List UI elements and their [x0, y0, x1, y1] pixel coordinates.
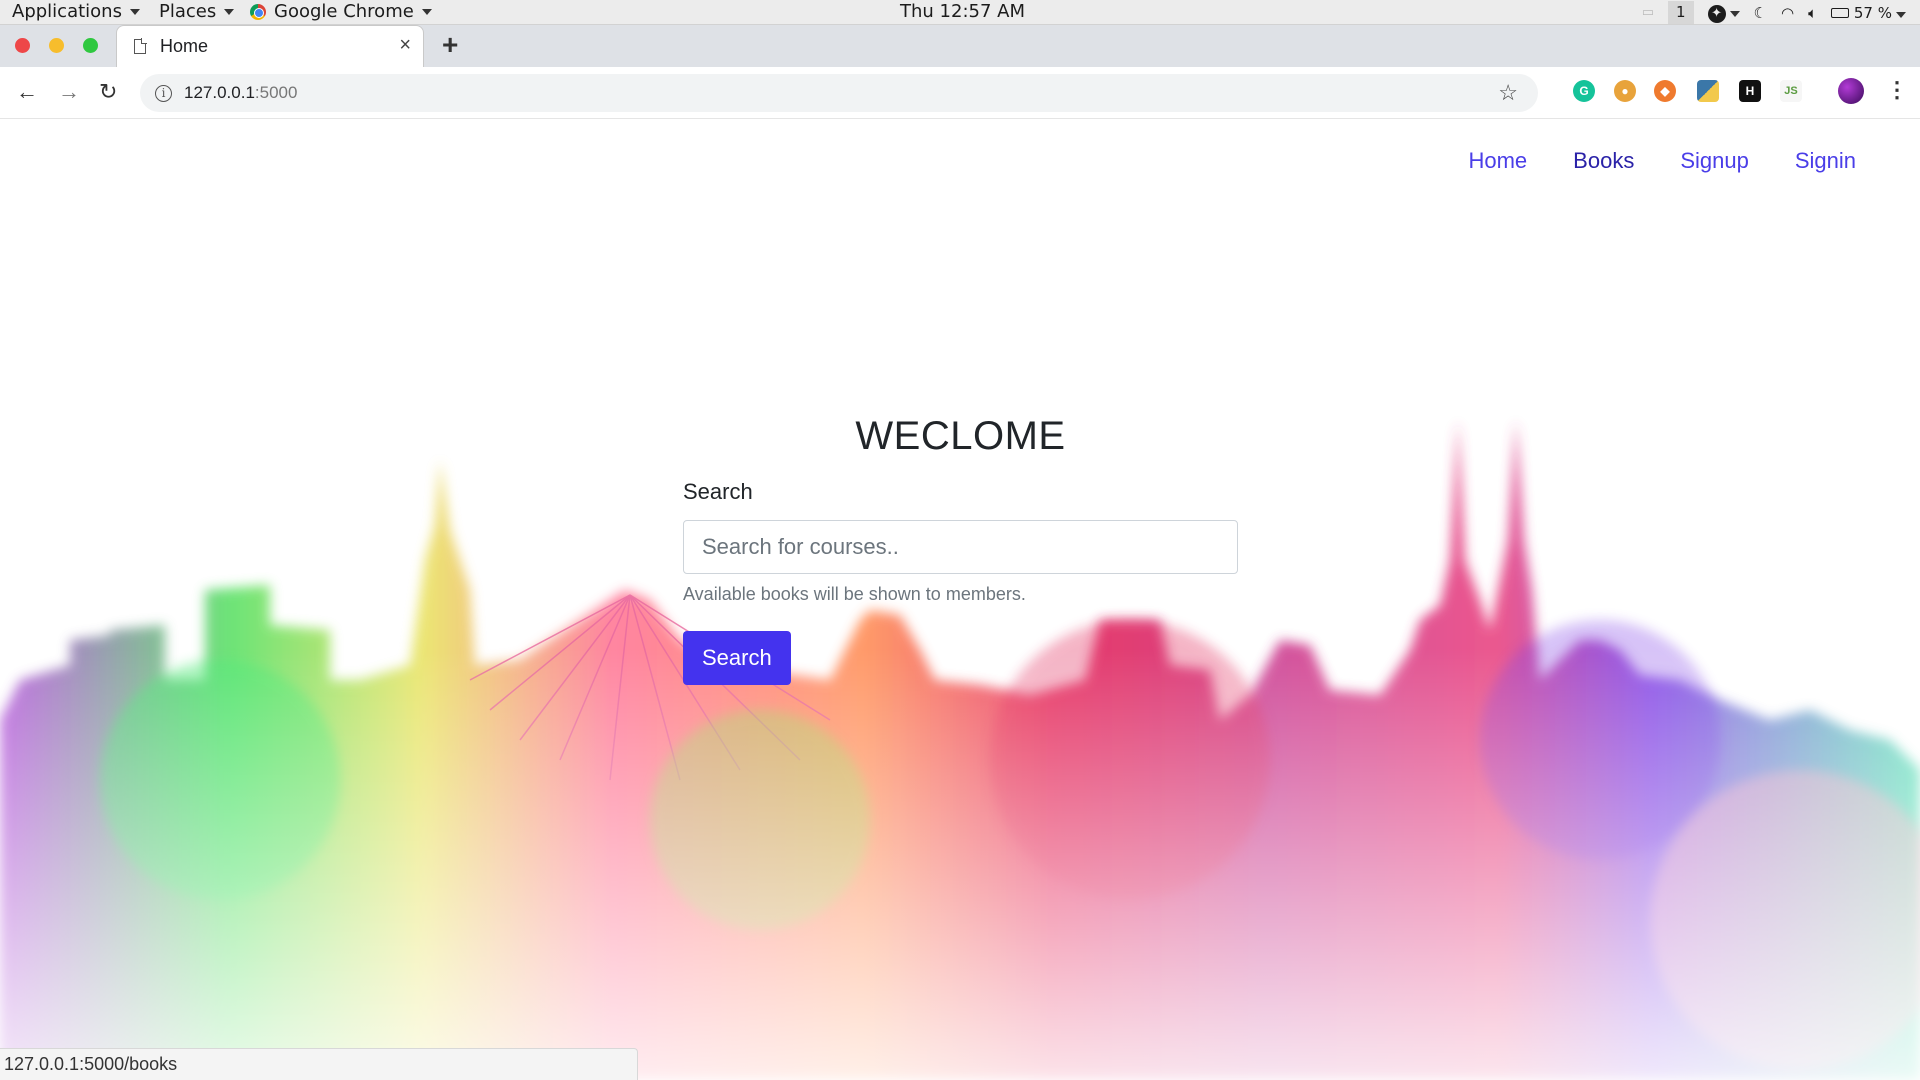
search-form: WECLOME Search Available books will be s… — [683, 414, 1238, 685]
applications-menu[interactable]: Applications — [12, 1, 140, 22]
system-tray: ▭ 1 ✦ ☾ ◠ 🔈︎ 57 % — [1642, 0, 1906, 25]
nav-link-books[interactable]: Books — [1573, 148, 1634, 174]
site-info-icon[interactable]: i — [155, 85, 172, 102]
address-bar[interactable]: i 127.0.0.1:5000 ☆ — [140, 74, 1538, 112]
js-icon[interactable]: JS — [1780, 80, 1802, 102]
night-light-icon: ☾ — [1753, 3, 1767, 22]
workspace-indicator[interactable]: 1 — [1668, 1, 1694, 24]
battery-percent: 57 % — [1853, 3, 1892, 22]
python-icon[interactable] — [1697, 80, 1719, 102]
chrome-menu-icon[interactable]: ⋮ — [1886, 77, 1908, 103]
reload-button[interactable]: ↻ — [99, 79, 117, 105]
search-button[interactable]: Search — [683, 631, 791, 685]
search-input[interactable] — [683, 520, 1238, 574]
grammarly-icon[interactable]: G — [1573, 80, 1595, 102]
url-port: :5000 — [254, 83, 298, 102]
battery-icon — [1831, 8, 1850, 18]
close-tab-icon[interactable]: × — [399, 34, 411, 57]
accessibility-icon: ✦ — [1707, 4, 1726, 23]
profile-avatar[interactable] — [1838, 78, 1864, 104]
link-status-bar: 127.0.0.1:5000/books — [0, 1048, 638, 1080]
page-viewport: Home Books Signup Signin WECLOME Search … — [0, 120, 1920, 1080]
maximize-window-button[interactable] — [83, 38, 98, 53]
clock[interactable]: Thu 12:57 AM — [900, 1, 1025, 22]
h-icon[interactable]: H — [1739, 80, 1761, 102]
forward-button[interactable]: → — [58, 79, 80, 105]
chevron-down-icon — [224, 8, 235, 15]
accessibility-menu[interactable]: ✦ — [1707, 3, 1740, 23]
cookie-icon[interactable]: ● — [1614, 80, 1636, 102]
search-help-text: Available books will be shown to members… — [683, 584, 1026, 604]
screen-share-icon: ▭ — [1641, 5, 1654, 20]
page-icon — [134, 38, 147, 54]
new-tab-button[interactable]: + — [442, 29, 458, 61]
url-host: 127.0.0.1 — [184, 83, 255, 102]
minimize-window-button[interactable] — [49, 38, 64, 53]
chevron-down-icon — [1896, 11, 1906, 18]
volume-icon: 🔈︎ — [1808, 3, 1818, 22]
chevron-down-icon — [1729, 10, 1740, 17]
browser-app-label: Google Chrome — [274, 1, 414, 22]
back-button[interactable]: ← — [16, 79, 38, 105]
browser-app-menu[interactable]: Google Chrome — [250, 1, 432, 22]
places-label: Places — [159, 1, 217, 22]
browser-tab-strip: Home × + — [0, 25, 1920, 67]
site-navbar: Home Books Signup Signin — [1468, 148, 1856, 174]
search-label: Search — [683, 479, 753, 504]
tab-title: Home — [160, 36, 209, 56]
places-menu[interactable]: Places — [159, 1, 235, 22]
page-title: WECLOME — [855, 414, 1066, 458]
nav-link-signup[interactable]: Signup — [1680, 148, 1749, 174]
nav-link-signin[interactable]: Signin — [1795, 148, 1856, 174]
chevron-down-icon — [129, 8, 140, 15]
tab-home[interactable]: Home × — [116, 25, 424, 67]
close-window-button[interactable] — [15, 38, 30, 53]
battery-menu[interactable]: 57 % — [1831, 4, 1906, 22]
system-top-bar: Applications Places Google Chrome Thu 12… — [0, 0, 1920, 25]
chevron-down-icon — [421, 8, 432, 15]
nav-link-home[interactable]: Home — [1468, 148, 1527, 174]
applications-label: Applications — [12, 1, 122, 22]
wifi-icon: ◠ — [1781, 3, 1795, 22]
bookmark-star-icon[interactable]: ☆ — [1498, 80, 1518, 106]
url-text[interactable]: 127.0.0.1:5000 — [184, 83, 297, 103]
chrome-icon — [250, 3, 266, 20]
fox-icon[interactable]: ◆ — [1654, 80, 1676, 102]
browser-toolbar: ← → ↻ i 127.0.0.1:5000 ☆ G ● ◆ H JS ⋮ — [0, 67, 1920, 119]
